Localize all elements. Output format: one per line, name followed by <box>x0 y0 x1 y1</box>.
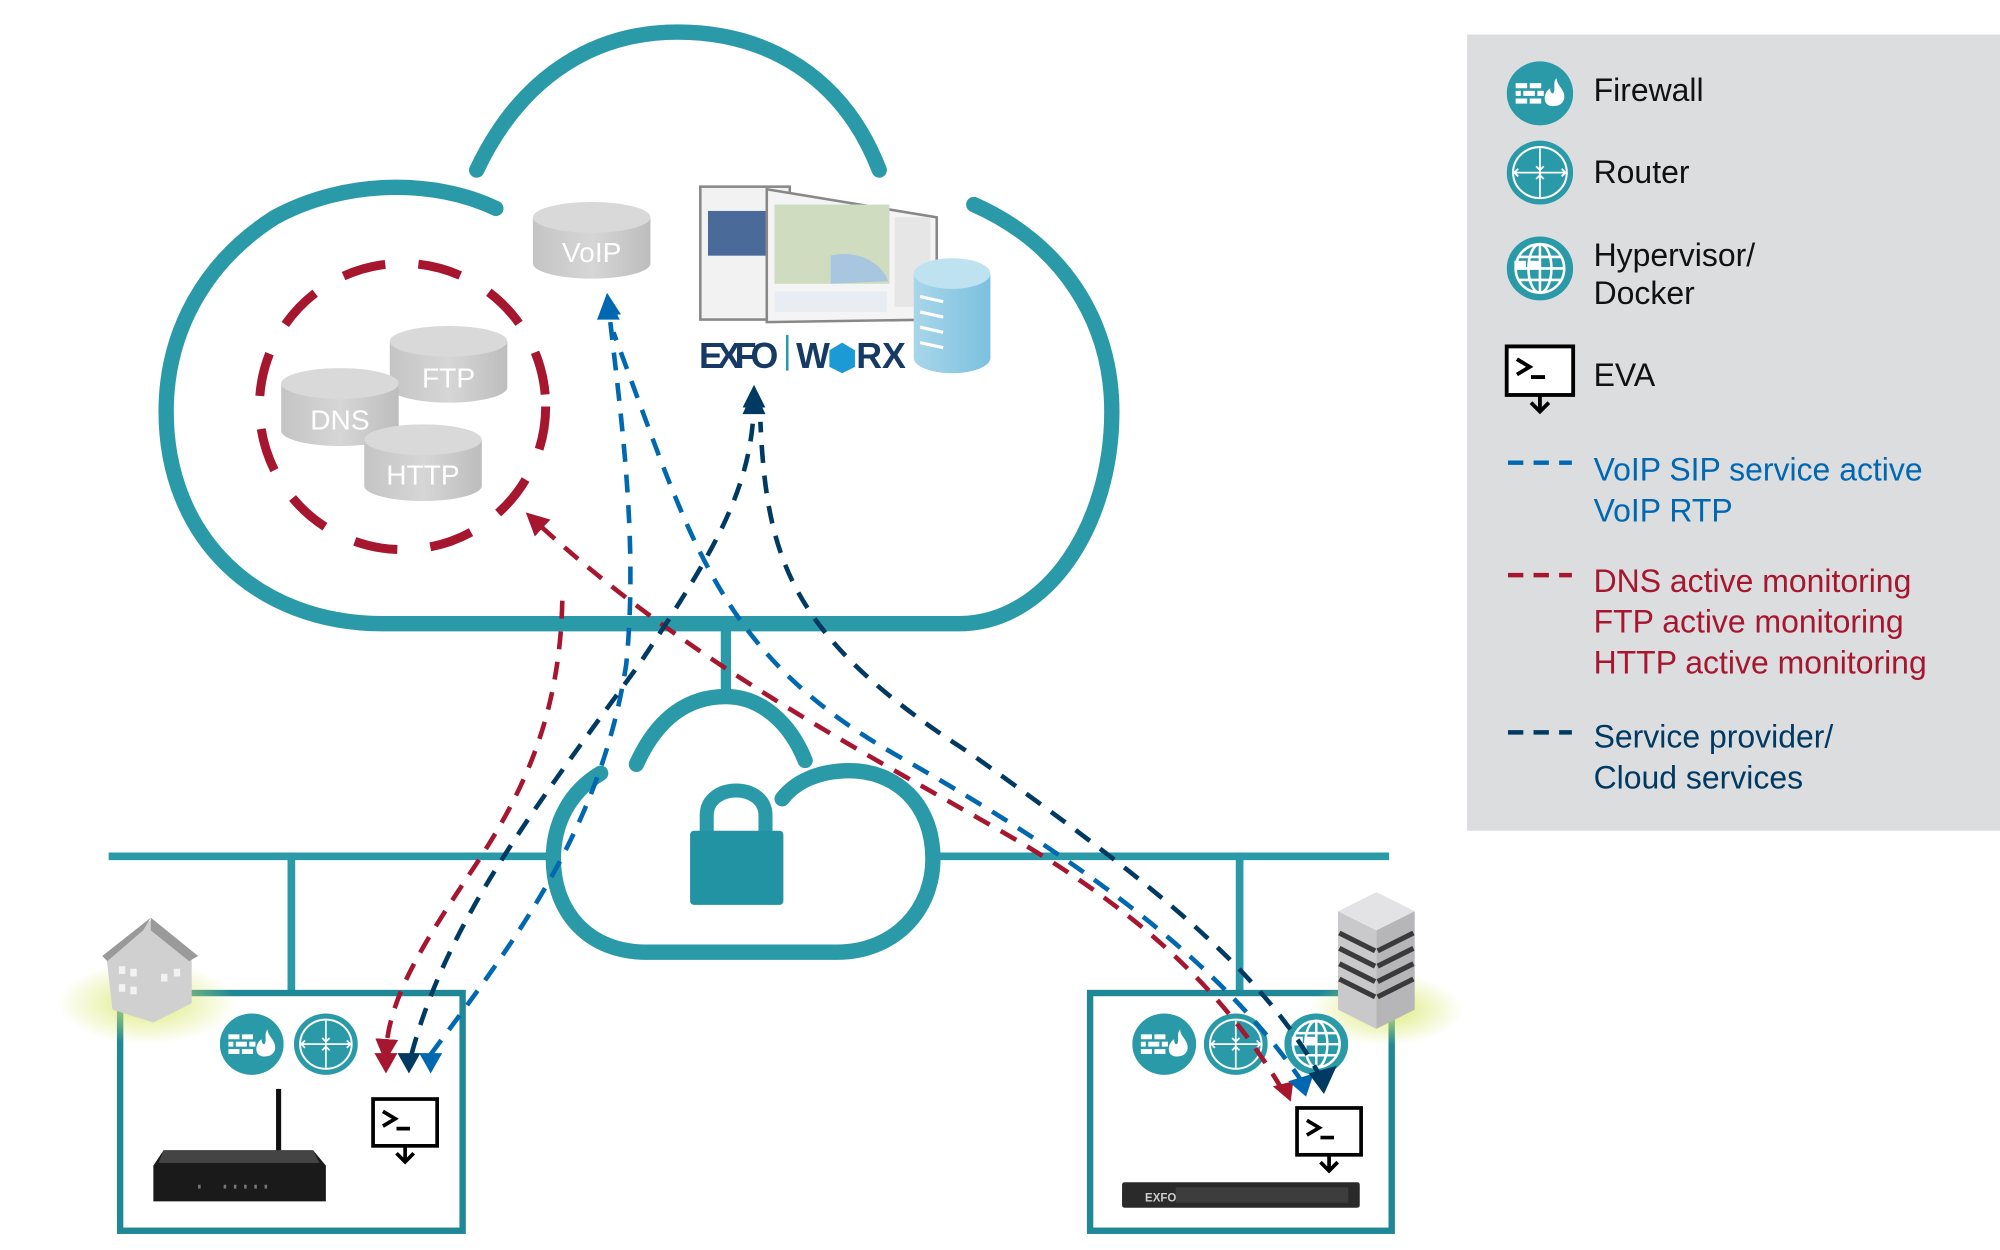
legend-service-label-2: Cloud services <box>1594 760 1803 796</box>
database-icon <box>913 258 991 374</box>
arrowhead-red-home <box>374 1053 398 1074</box>
legend-firewall-label: Firewall <box>1594 72 1704 108</box>
voip-server: VoIP <box>532 201 651 279</box>
exfo-rack-unit: EXFO <box>1122 1182 1360 1208</box>
exfo-worx-dashboard <box>699 185 939 324</box>
arrowhead-navy-worx <box>742 389 766 415</box>
lock-icon <box>690 783 784 905</box>
legend-eva-label: EVA <box>1594 357 1656 393</box>
svg-text:RX: RX <box>856 336 906 376</box>
legend-firewall-icon <box>1506 61 1574 126</box>
legend-router-label: Router <box>1594 154 1690 190</box>
ftp-label: FTP <box>422 362 475 393</box>
dns-label: DNS <box>310 404 369 435</box>
home-router-icon <box>293 1012 358 1076</box>
legend-service-label: Service provider/ <box>1594 719 1834 755</box>
home-eva-icon <box>371 1097 440 1164</box>
home-firewall-icon <box>219 1013 284 1075</box>
flow-lines <box>374 292 1337 1102</box>
enterprise-firewall-icon <box>1132 1013 1197 1075</box>
arrowhead-blue-home <box>419 1053 443 1074</box>
network-diagram: VoIP FTP DNS HTTP EXFO W RX EXFO Firewal… <box>57 24 2000 1234</box>
arrowhead-navy-home <box>397 1053 421 1074</box>
office-building-icon <box>1338 892 1415 1029</box>
arrowhead-blue-voip <box>596 297 620 320</box>
legend-router-icon <box>1506 139 1574 206</box>
svg-text:EXFO: EXFO <box>1145 1192 1176 1204</box>
legend-ftp-label: FTP active monitoring <box>1594 604 1904 640</box>
voip-label: VoIP <box>562 237 621 268</box>
legend-voip-label-2: VoIP RTP <box>1594 492 1733 528</box>
http-label: HTTP <box>386 459 459 490</box>
enterprise-eva-icon <box>1295 1106 1364 1173</box>
arrowhead-red-enterprise <box>1272 1081 1294 1102</box>
dns-ftp-http-flow-home <box>375 600 565 1063</box>
svg-text:W: W <box>796 336 830 376</box>
legend-hypervisor-icon <box>1506 235 1574 302</box>
legend-voip-label: VoIP SIP service active <box>1594 452 1923 488</box>
legend-hypervisor-label-2: Docker <box>1594 275 1696 311</box>
legend: Firewall Router Hypervisor/ Docker EVA V… <box>1467 34 2000 831</box>
exfo-worx-logo: EXFO W RX <box>699 334 906 376</box>
cube-icon <box>829 342 855 374</box>
wifi-router-device <box>153 1088 326 1202</box>
legend-dns-label: DNS active monitoring <box>1594 563 1912 599</box>
voip-flow-enterprise <box>611 331 1306 1086</box>
house-icon <box>102 917 199 1023</box>
ftp-server: FTP <box>389 325 508 403</box>
legend-http-label: HTTP active monitoring <box>1594 645 1927 681</box>
svg-text:EXFO: EXFO <box>699 336 778 376</box>
legend-hypervisor-label: Hypervisor/ <box>1594 237 1756 273</box>
http-server: HTTP <box>364 424 482 502</box>
